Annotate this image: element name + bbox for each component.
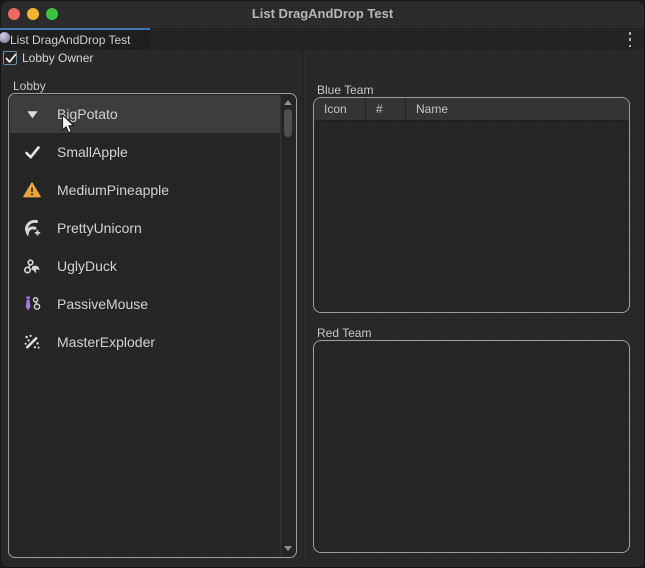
list-item-label: PassiveMouse (57, 296, 148, 312)
list-item-label: PrettyUnicorn (57, 220, 142, 236)
pane-splitter[interactable] (303, 50, 305, 564)
list-item-uglyduck[interactable]: UglyDuck (10, 247, 280, 285)
lobby-list: BigPotato SmallApple MediumPineapple (8, 93, 297, 558)
lobby-label: Lobby (13, 79, 46, 93)
sparkle-wand-icon (23, 333, 41, 351)
lobby-owner-label: Lobby Owner (22, 51, 93, 65)
list-item-label: MasterExploder (57, 334, 155, 350)
blue-team-table-header: Icon # Name (314, 98, 629, 121)
warning-triangle-icon (23, 181, 41, 199)
column-header-name[interactable]: Name (406, 98, 629, 120)
list-item-prettyunicorn[interactable]: PrettyUnicorn (10, 209, 280, 247)
list-item-mediumpineapple[interactable]: MediumPineapple (10, 171, 280, 209)
lobby-rows: BigPotato SmallApple MediumPineapple (10, 95, 280, 361)
column-header-number[interactable]: # (366, 98, 406, 120)
tab-list-draganddrop-test[interactable]: List DragAndDrop Test (0, 28, 150, 50)
blue-team-drop-area[interactable]: Icon # Name (313, 97, 630, 313)
list-item-label: SmallApple (57, 144, 128, 160)
title-bar: List DragAndDrop Test (0, 0, 645, 28)
dropdown-triangle-icon (23, 105, 41, 123)
red-team-label: Red Team (317, 326, 371, 340)
scroll-down-arrow-icon[interactable] (284, 546, 292, 551)
tab-bar: List DragAndDrop Test (0, 28, 645, 50)
list-item-label: UglyDuck (57, 258, 117, 274)
window-title: List DragAndDrop Test (0, 0, 645, 28)
joint-claw-icon (23, 257, 41, 275)
scrollbar-thumb[interactable] (284, 109, 292, 137)
column-header-icon[interactable]: Icon (314, 98, 366, 120)
list-item-passivemouse[interactable]: PassiveMouse (10, 285, 280, 323)
horn-plus-icon (23, 219, 41, 237)
lobby-owner-checkbox[interactable] (3, 51, 17, 65)
scroll-up-arrow-icon[interactable] (284, 100, 292, 105)
checkmark-icon (4, 52, 18, 65)
red-team-drop-area[interactable] (313, 340, 630, 553)
window-sphere-icon (0, 32, 10, 43)
blue-team-label: Blue Team (317, 83, 373, 97)
vertical-scrollbar[interactable] (280, 95, 295, 556)
editor-window: List DragAndDrop Test List DragAndDrop T… (0, 0, 645, 568)
list-item-label: BigPotato (57, 106, 118, 122)
tie-nodes-icon (23, 295, 41, 313)
tab-label: List DragAndDrop Test (10, 32, 131, 49)
list-item-smallapple[interactable]: SmallApple (10, 133, 280, 171)
list-item-bigpotato[interactable]: BigPotato (10, 95, 280, 133)
list-item-masterexploder[interactable]: MasterExploder (10, 323, 280, 361)
list-item-label: MediumPineapple (57, 182, 169, 198)
checkmark-icon (23, 143, 41, 161)
kebab-menu-icon[interactable] (625, 32, 635, 47)
